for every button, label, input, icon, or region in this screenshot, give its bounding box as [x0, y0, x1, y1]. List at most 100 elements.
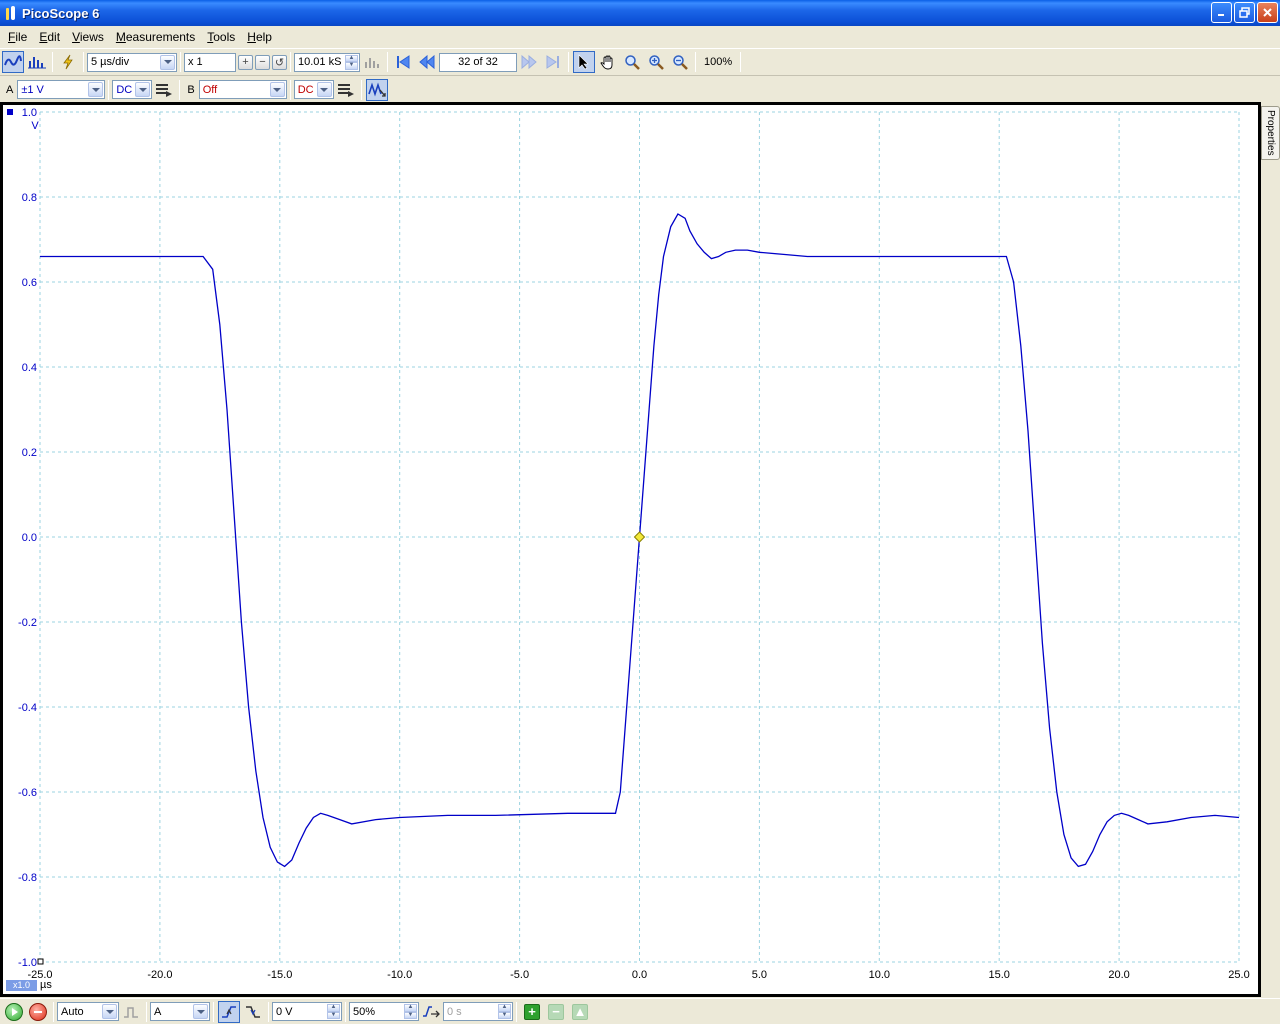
zoom-out-button[interactable]	[669, 51, 691, 73]
y-tick-label: 0.4	[22, 362, 37, 374]
chevron-down-icon[interactable]	[316, 82, 332, 97]
trigger-delay-spinner[interactable]: ▲ ▼	[498, 1004, 511, 1019]
buffer-position-field[interactable]: 32 of 32	[439, 52, 517, 72]
edit-measurement-button[interactable]: ▲	[572, 1003, 588, 1020]
scope-view[interactable]: -25.0 -20.0 -15.0 -10.0 -5.0 0.0 5.0 10.0 15.0 20…	[0, 102, 1261, 997]
remove-measurement-button[interactable]: −	[548, 1003, 564, 1020]
toolbar-separator	[740, 52, 742, 72]
toolbar-separator	[52, 52, 53, 72]
y-tick-label: 1.0	[22, 107, 37, 119]
channel-b-coupling-select[interactable]: DC	[293, 80, 334, 99]
chevron-down-icon[interactable]	[135, 82, 151, 97]
chevron-down-icon[interactable]	[193, 1004, 208, 1019]
channel-b-range-select[interactable]: Off	[198, 80, 287, 99]
trigger-marker[interactable]	[633, 531, 646, 543]
x-axis-scale-badge[interactable]: x1.0	[6, 980, 37, 991]
menu-help-key: H	[247, 30, 256, 44]
skip-first-icon	[397, 55, 410, 69]
trigger-source-value: A	[154, 1005, 162, 1018]
menu-tools[interactable]: Tools	[201, 26, 241, 48]
pre-trigger-field[interactable]: 50% ▲ ▼	[349, 1002, 419, 1021]
toolbar-separator	[345, 1001, 346, 1022]
chevron-down-icon[interactable]	[269, 82, 285, 97]
auto-setup-button[interactable]	[57, 51, 79, 73]
chevron-down-icon[interactable]	[160, 54, 175, 70]
trigger-level-spinner[interactable]: ▲ ▼	[327, 1004, 340, 1019]
start-button[interactable]	[5, 1002, 23, 1021]
zoom-reset-x-button[interactable]: ↺	[272, 54, 287, 70]
previous-buffer-button[interactable]	[416, 51, 438, 73]
y-tick-label: -1.0	[18, 957, 37, 969]
channel-b-options-button[interactable]	[335, 79, 357, 101]
minimize-button[interactable]	[1211, 2, 1232, 23]
rising-edge-button[interactable]	[218, 1000, 240, 1023]
menu-file[interactable]: File	[2, 26, 33, 48]
trigger-level-field[interactable]: 0 V ▲ ▼	[272, 1002, 342, 1021]
menu-views-label: iews	[79, 30, 104, 44]
trigger-mode-select[interactable]: Auto	[57, 1002, 119, 1021]
falling-edge-button[interactable]	[242, 1001, 264, 1023]
menu-views[interactable]: Views	[66, 26, 110, 48]
spectrum-mode-button[interactable]	[26, 51, 48, 73]
channel-a-range-select[interactable]: ±1 V	[17, 80, 106, 99]
close-button[interactable]	[1257, 2, 1278, 23]
toolbar-separator	[53, 1001, 54, 1022]
zoom-percent[interactable]: 100%	[699, 56, 737, 68]
signal-generator-icon	[367, 81, 386, 97]
chevron-down-icon[interactable]	[102, 1004, 117, 1019]
pre-trigger-spinner[interactable]: ▲ ▼	[404, 1004, 417, 1019]
buffer-position-value: 32 of 32	[458, 56, 498, 68]
trigger-delay-field[interactable]: 0 s ▲ ▼	[443, 1002, 513, 1021]
add-measurement-button[interactable]: +	[524, 1003, 540, 1020]
minimize-icon	[1218, 14, 1224, 16]
resolution-bars-icon	[365, 58, 379, 68]
zoom-factor-field[interactable]: x 1	[184, 52, 236, 72]
resolution-button[interactable]	[361, 51, 383, 73]
zoom-in-button[interactable]	[645, 51, 667, 73]
channel-a-coupling-select[interactable]: DC	[112, 80, 153, 99]
menu-measurements[interactable]: Measurements	[110, 26, 201, 48]
x-tick-label: 20.0	[1108, 969, 1129, 981]
oscilloscope-plot[interactable]: -25.0 -20.0 -15.0 -10.0 -5.0 0.0 5.0 10.0 15.0 20…	[3, 105, 1258, 994]
menu-help[interactable]: Help	[241, 26, 278, 48]
y-tick-label: 0.6	[22, 277, 37, 289]
scope-mode-button[interactable]	[2, 51, 24, 73]
toolbar-separator	[268, 1001, 269, 1022]
last-buffer-button[interactable]	[542, 51, 564, 73]
toolbar-separator	[360, 79, 362, 100]
samples-spinner[interactable]: ▲ ▼	[345, 54, 358, 70]
zoom-out-icon	[673, 55, 688, 70]
select-tool-button[interactable]	[573, 51, 595, 73]
y-tick-label: 0.2	[22, 447, 37, 459]
signal-generator-button[interactable]	[365, 78, 388, 101]
timebase-select[interactable]: 5 µs/div	[87, 52, 177, 72]
triangle-up-icon: ▲	[573, 1004, 587, 1019]
window-controls	[1211, 2, 1278, 23]
lightning-icon	[63, 54, 73, 70]
chevron-down-icon[interactable]	[88, 82, 104, 97]
x-tick-label: -10.0	[387, 969, 412, 981]
y-tick-label: 0.8	[22, 192, 37, 204]
channel-b-range-value: Off	[202, 83, 218, 96]
samples-value: 10.01 kS	[298, 56, 342, 68]
channel-a-axis-marker[interactable]	[7, 109, 13, 115]
restore-button[interactable]	[1234, 2, 1255, 23]
next-buffer-button[interactable]	[518, 51, 540, 73]
channel-toolbar: A ±1 V DC B Off DC	[0, 77, 1280, 102]
menu-measurements-label: easurements	[125, 30, 196, 44]
channel-a-options-button[interactable]	[153, 79, 175, 101]
zoom-out-x-button[interactable]: −	[255, 54, 270, 70]
advanced-trigger-button[interactable]	[120, 1001, 142, 1023]
first-buffer-button[interactable]	[392, 51, 414, 73]
hand-tool-button[interactable]	[597, 51, 619, 73]
trigger-source-select[interactable]: A	[150, 1002, 210, 1021]
falling-edge-icon	[246, 1005, 260, 1018]
trigger-delay-button[interactable]	[420, 1001, 442, 1023]
samples-field[interactable]: 10.01 kS ▲ ▼	[294, 52, 360, 72]
menu-edit[interactable]: Edit	[33, 26, 66, 48]
scope-wave-icon	[4, 55, 22, 66]
zoom-in-x-button[interactable]: +	[238, 54, 253, 70]
properties-tab[interactable]: Properties	[1261, 106, 1280, 160]
zoom-tool-button[interactable]	[621, 51, 643, 73]
stop-button[interactable]	[29, 1002, 47, 1021]
